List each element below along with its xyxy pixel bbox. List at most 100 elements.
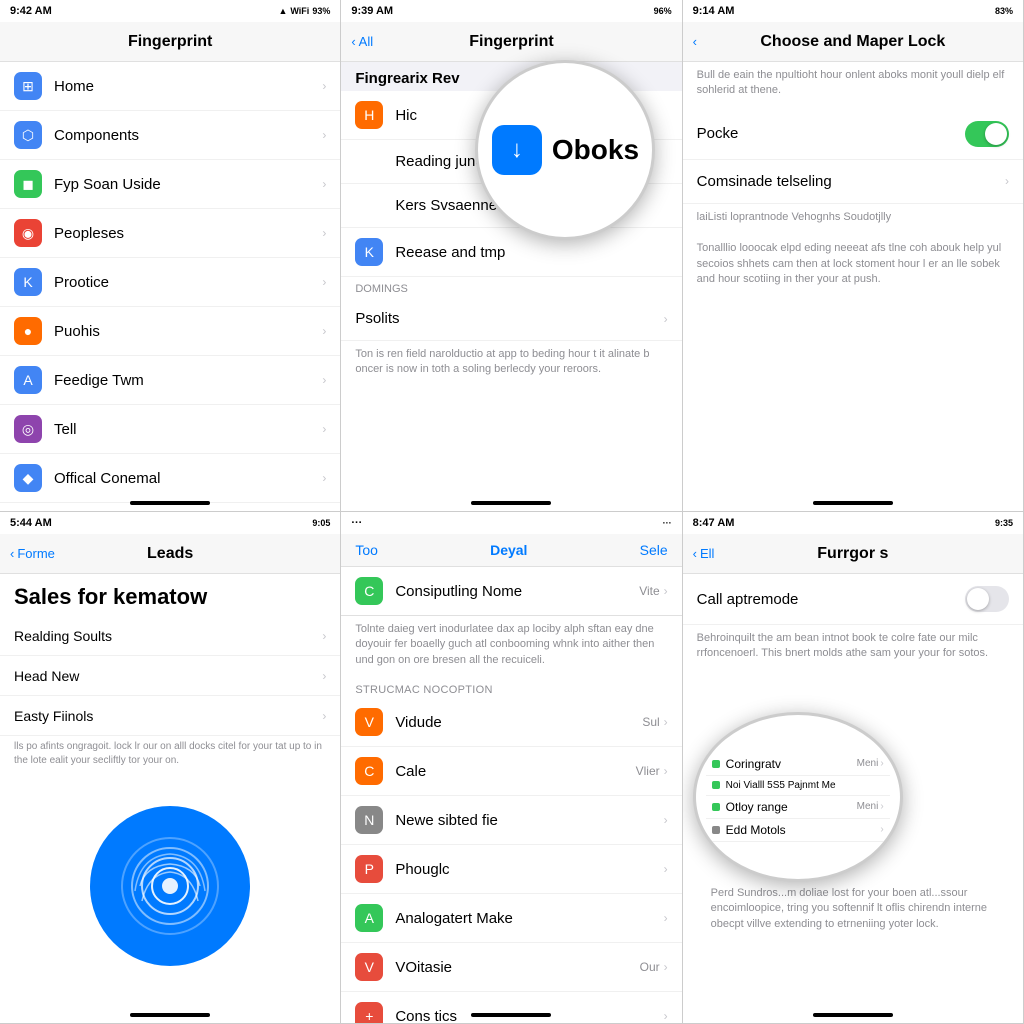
list-item-s1[interactable]: ◼ Fyp Soan Uside ›	[0, 160, 340, 209]
chevron-s5: ›	[664, 764, 668, 778]
top-item-suffix-5: Vite	[639, 584, 659, 598]
item-icon: ⊞	[14, 72, 42, 100]
tab-sele[interactable]: Sele	[640, 542, 668, 558]
item-icon: ◎	[14, 415, 42, 443]
list-item-s1[interactable]: K Prootice ›	[0, 258, 340, 307]
item-suffix-s5: Our	[640, 960, 660, 974]
desc-s2: Ton is ren field narolductio at app to b…	[341, 341, 681, 388]
item-label: Reease and tmp	[395, 244, 667, 261]
toggle-desc-6: Behroinquilt the am bean intnot book te …	[683, 625, 1023, 672]
item-label-s5: Vidude	[395, 714, 642, 731]
home-bar-1	[130, 501, 210, 505]
item-suffix-s5: Sul	[642, 715, 659, 729]
list-item-headnew[interactable]: Head New ›	[0, 656, 340, 696]
status-bar-4: 5:44 AM 9:05	[0, 512, 340, 534]
item-label: Fyp Soan Uside	[54, 176, 322, 193]
item-label-headnew: Head New	[14, 668, 322, 684]
screen-fingerprint-detail: 9:39 AM 96% ‹ All Fingerprint Fingrearix…	[341, 0, 682, 512]
toggle-call[interactable]	[965, 586, 1009, 612]
chevron-s5: ›	[664, 862, 668, 876]
chevron-coringratv: ›	[880, 758, 883, 769]
home-bar-6	[813, 1013, 893, 1017]
list-item-s1[interactable]: ⊞ Home ›	[0, 62, 340, 111]
battery-icon-2: 96%	[654, 6, 672, 16]
item-label: Puohis	[54, 323, 322, 340]
mag-item-otloy[interactable]: Otloy range Meni ›	[706, 796, 890, 819]
mag-item-noi[interactable]: Noi Vialll 5S5 Pajnmt Me	[706, 776, 890, 796]
list-item-s1[interactable]: A Feedige Twm ›	[0, 356, 340, 405]
list-item-s5[interactable]: N Newe sibted fie ›	[341, 796, 681, 845]
list-item-s5[interactable]: C Cale Vlier ›	[341, 747, 681, 796]
bottom-text-6: Perd Sundros...m doliae lost for your bo…	[683, 872, 1023, 950]
screen-choose-lock: 9:14 AM 83% ‹ Choose and Maper Lock Bull…	[683, 0, 1024, 512]
item-label: Peopleses	[54, 225, 322, 242]
item-icon-s5: +	[355, 1002, 383, 1024]
home-bar-2	[471, 501, 551, 505]
magnifier-overlay-2: ↓ Oboks	[475, 60, 655, 240]
list-item-s1[interactable]: ⬡ Components ›	[0, 111, 340, 160]
mag-label-edd: Edd Motols	[726, 823, 879, 837]
back-button-2[interactable]: ‹ All	[351, 34, 373, 49]
item-suffix-s5: Vlier	[636, 764, 660, 778]
mag-label-noi: Noi Vialll 5S5 Pajnmt Me	[726, 780, 884, 791]
back-button-4[interactable]: ‹ Forme	[10, 546, 55, 561]
list-item-s5[interactable]: P Phouglc ›	[341, 845, 681, 894]
item-label: Components	[54, 127, 322, 144]
list-item-s2[interactable]: K Reease and tmp	[341, 228, 681, 277]
settings-item-comsinade[interactable]: Comsinade telseling ›	[683, 160, 1023, 204]
nav-bar-2: ‹ All Fingerprint	[341, 22, 681, 62]
status-bar-1: 9:42 AM ▲ WiFi 93%	[0, 0, 340, 22]
item-icon-s5: P	[355, 855, 383, 883]
chevron-easty: ›	[322, 709, 326, 723]
item-label-s5: Newe sibted fie	[395, 812, 663, 829]
screen-fingerprint-menu: 9:42 AM ▲ WiFi 93% Fingerprint ⊞ Home › …	[0, 0, 341, 512]
toggle-pocke[interactable]	[965, 121, 1009, 147]
settings-item-psolits[interactable]: Psolits›	[341, 297, 681, 341]
tab-deyal[interactable]: Deyal	[490, 542, 527, 558]
psolits-label: Psolits	[355, 310, 663, 327]
item-label-realding: Realding Soults	[14, 628, 322, 644]
mag-item-coringratv[interactable]: Coringratv Meni ›	[706, 753, 890, 776]
back-label-6: Ell	[700, 546, 714, 561]
item-icon: ●	[14, 317, 42, 345]
list-item-realding[interactable]: Realding Soults ›	[0, 616, 340, 656]
chevron-s5: ›	[664, 715, 668, 729]
list-item-easty[interactable]: Easty Fiinols ›	[0, 696, 340, 736]
chevron-top-5: ›	[664, 584, 668, 598]
chevron-icon-comsinade: ›	[1005, 174, 1009, 188]
mag-suffix-otloy: Meni	[857, 801, 879, 812]
list-item-s5[interactable]: V VOitasie Our ›	[341, 943, 681, 992]
back-button-6[interactable]: ‹ Ell	[693, 546, 715, 561]
chevron-s5: ›	[664, 960, 668, 974]
list-item-s5[interactable]: + Cons tics ›	[341, 992, 681, 1024]
chevron-s5: ›	[664, 911, 668, 925]
list-item-s1[interactable]: ◆ Offical Conemal ›	[0, 454, 340, 503]
back-label-4: Forme	[17, 546, 55, 561]
item-icon: K	[355, 238, 383, 266]
item-icon: ◼	[14, 170, 42, 198]
settings-label-comsinade: Comsinade telseling	[697, 173, 1005, 190]
status-icons-4: 9:05	[312, 518, 330, 528]
mag-list-6: Coringratv Meni › Noi Vialll 5S5 Pajnmt …	[706, 753, 890, 842]
chevron-s5: ›	[664, 813, 668, 827]
tab-too[interactable]: Too	[355, 542, 378, 558]
color-dot-otloy	[712, 803, 720, 811]
list-item-s1[interactable]: ◉ Peopleses ›	[0, 209, 340, 258]
screen-furrgor: 8:47 AM 9:35 ‹ Ell Furrgor s Call aptrem…	[683, 512, 1024, 1024]
screen-app-detail: ··· ··· Too Deyal Sele C Consiputling No…	[341, 512, 682, 1024]
nav-title-1: Fingerprint	[128, 33, 212, 51]
list-item-s5[interactable]: A Analogatert Make ›	[341, 894, 681, 943]
back-button-3[interactable]: ‹	[693, 34, 697, 49]
mag-item-edd[interactable]: Edd Motols ›	[706, 819, 890, 842]
item-label-s5: Cale	[395, 763, 635, 780]
list-item-s1[interactable]: ● Puohis ›	[0, 307, 340, 356]
nav-title-3: Choose and Maper Lock	[760, 33, 945, 51]
item-icon-s5: C	[355, 757, 383, 785]
fingerprint-circle-4	[90, 806, 250, 966]
list-item-s1[interactable]: ◎ Tell ›	[0, 405, 340, 454]
status-icons-2: 96%	[654, 6, 672, 16]
list-item-s5[interactable]: V Vidude Sul ›	[341, 698, 681, 747]
battery-icon-6: 9:35	[995, 518, 1013, 528]
top-item-5[interactable]: C Consiputling Nome Vite ›	[341, 567, 681, 616]
chevron-icon: ›	[322, 422, 326, 436]
